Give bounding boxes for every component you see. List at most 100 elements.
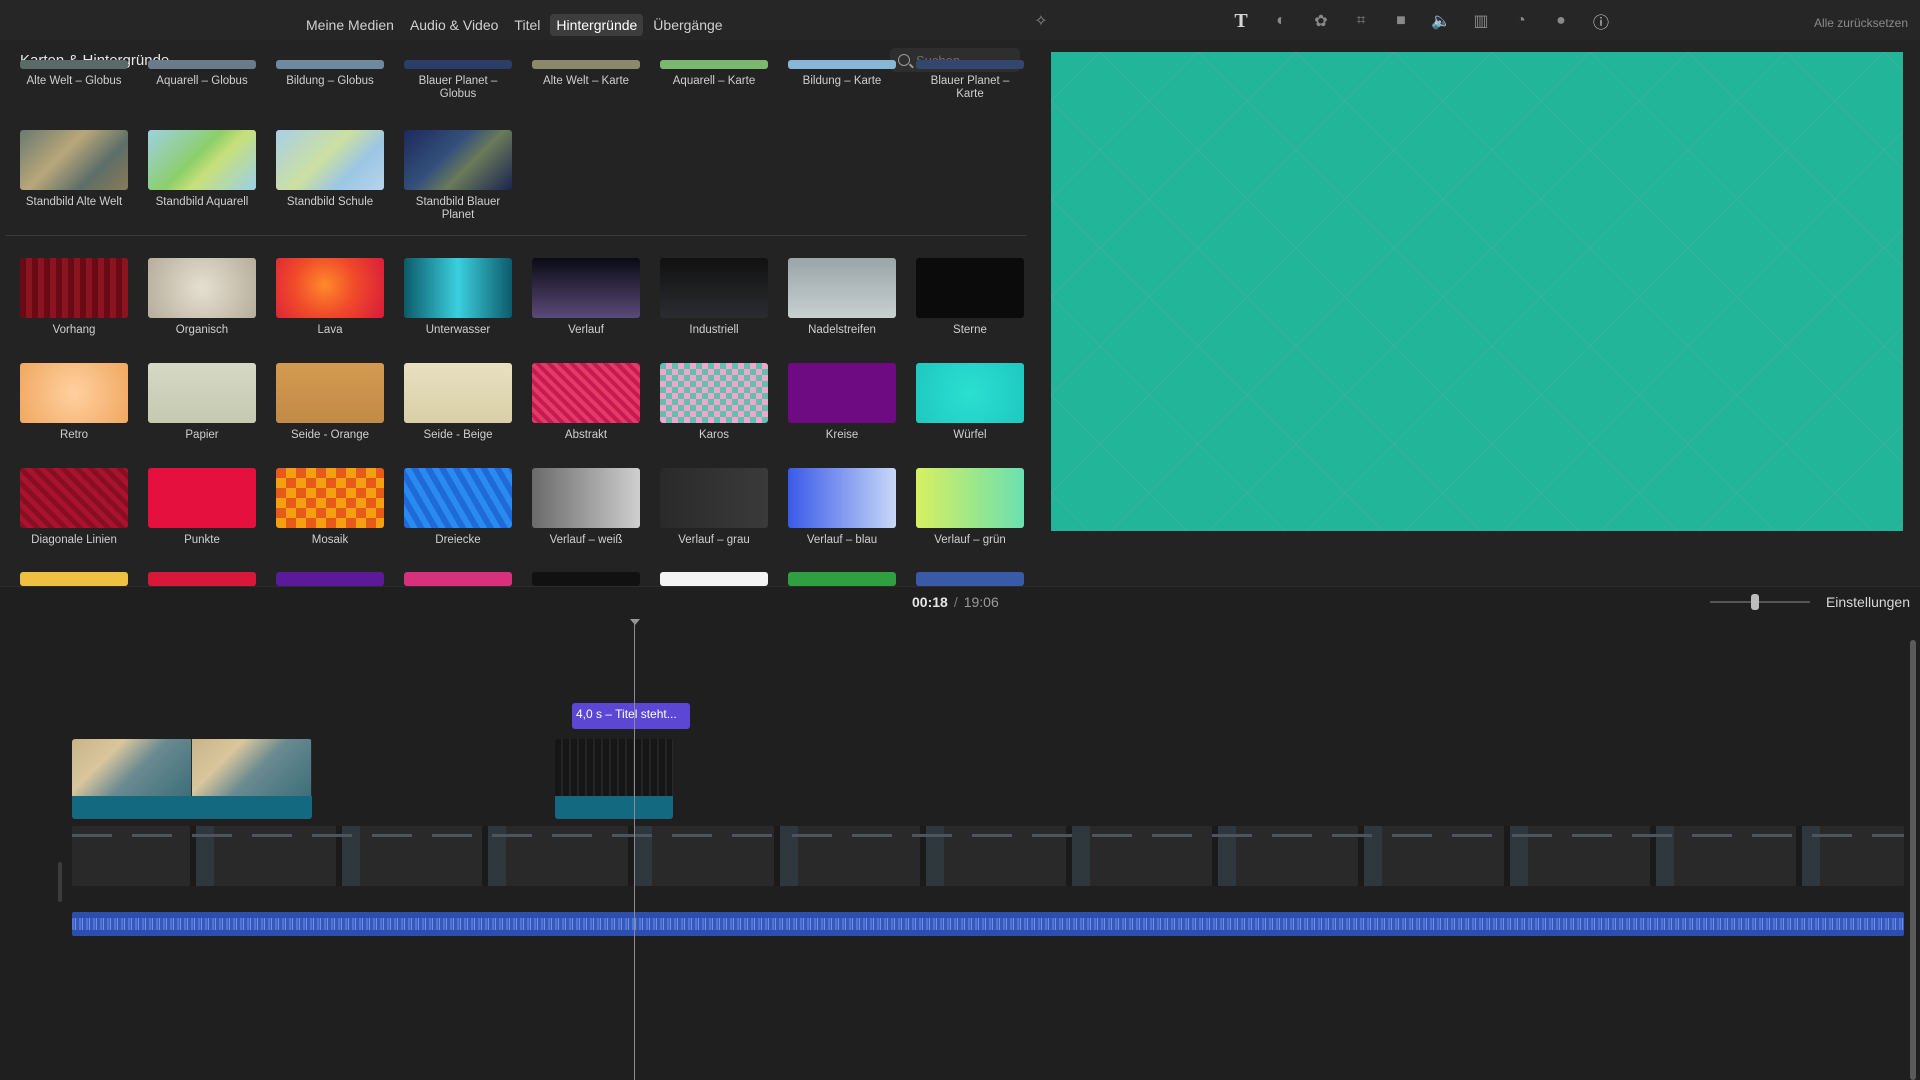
thumbnail — [276, 468, 384, 528]
crop-icon[interactable]: ⌗ — [1350, 10, 1372, 32]
tile-label: Standbild Blauer Planet — [415, 196, 501, 221]
speed-icon[interactable]: ◔ — [1510, 10, 1532, 32]
thumbnail — [148, 60, 256, 69]
thumbnail — [916, 572, 1024, 586]
tab-titel[interactable]: Titel — [508, 14, 546, 36]
tile-nadelstreifen[interactable]: Nadelstreifen — [788, 258, 896, 337]
tile-label: Seide - Beige — [423, 429, 493, 441]
tile-label: Alte Welt – Karte — [542, 75, 630, 87]
tile-partial[interactable] — [532, 572, 640, 586]
magic-wand-icon[interactable]: ✧ — [1030, 10, 1052, 32]
tile-dreiecke[interactable]: Dreiecke — [404, 468, 512, 547]
tile-abstrakt[interactable]: Abstrakt — [532, 363, 640, 442]
color-correction-icon[interactable]: ✿ — [1310, 10, 1332, 32]
media-tabs: Meine Medien Audio & Video Titel Hinterg… — [300, 14, 729, 36]
thumbnail — [276, 363, 384, 423]
video-clip-dark[interactable] — [555, 739, 673, 819]
tile-aquarell-karte[interactable]: Aquarell – Karte — [660, 60, 768, 126]
tab-hintergruende[interactable]: Hintergründe — [550, 14, 644, 36]
tile-verlauf-wei[interactable]: Verlauf – weiß — [532, 468, 640, 547]
tab-uebergaenge[interactable]: Übergänge — [647, 14, 728, 36]
tile-partial[interactable] — [148, 572, 256, 586]
equalizer-icon[interactable]: ▥ — [1470, 10, 1492, 32]
settings-button[interactable]: Einstellungen — [1826, 594, 1910, 610]
tile-label: Papier — [185, 429, 219, 441]
audio-track[interactable] — [72, 912, 1904, 936]
title-clip[interactable]: 4,0 s – Titel steht... — [572, 703, 690, 729]
tile-label: Verlauf – grün — [934, 534, 1006, 546]
info-icon[interactable]: ⓘ — [1590, 10, 1612, 32]
tile-organisch[interactable]: Organisch — [148, 258, 256, 337]
track-handle[interactable] — [58, 862, 62, 902]
tile-seide-orange[interactable]: Seide - Orange — [276, 363, 384, 442]
playhead[interactable] — [634, 619, 635, 1080]
title-icon[interactable]: T — [1230, 10, 1252, 32]
tile-verlauf[interactable]: Verlauf — [532, 258, 640, 337]
tile-alte-welt-globus[interactable]: Alte Welt – Globus — [20, 60, 128, 126]
tile-standbild-aquarell[interactable]: Standbild Aquarell — [148, 130, 256, 222]
tile-karos[interactable]: Karos — [660, 363, 768, 442]
tile-alte-welt-karte[interactable]: Alte Welt – Karte — [532, 60, 640, 126]
tile-punkte[interactable]: Punkte — [148, 468, 256, 547]
tile-standbild-alte-welt[interactable]: Standbild Alte Welt — [20, 130, 128, 222]
total-duration: 19:06 — [963, 594, 999, 610]
tile-label: Standbild Aquarell — [155, 196, 249, 208]
tile-label: Verlauf — [568, 324, 604, 336]
tile-diagonale-linien[interactable]: Diagonale Linien — [20, 468, 128, 547]
tile-mosaik[interactable]: Mosaik — [276, 468, 384, 547]
tile-partial[interactable] — [404, 572, 512, 586]
tile-standbild-schule[interactable]: Standbild Schule — [276, 130, 384, 222]
tile-label: Vorhang — [52, 324, 96, 336]
tile-industriell[interactable]: Industriell — [660, 258, 768, 337]
tile-label: Aquarell – Globus — [156, 75, 248, 87]
tile-verlauf-blau[interactable]: Verlauf – blau — [788, 468, 896, 547]
tile-standbild-blauer-planet[interactable]: Standbild Blauer Planet — [404, 130, 512, 222]
volume-icon[interactable]: 🔈 — [1430, 10, 1452, 32]
tile-blauer-planet-karte[interactable]: Blauer Planet – Karte — [916, 60, 1024, 126]
thumbnail — [660, 258, 768, 318]
thumbnail — [532, 468, 640, 528]
timeline-header: 00:18 / 19:06 Einstellungen — [0, 586, 1920, 616]
tile-partial[interactable] — [20, 572, 128, 586]
reset-all-button[interactable]: Alle zurücksetzen — [1814, 16, 1908, 30]
tile-verlauf-grun[interactable]: Verlauf – grün — [916, 468, 1024, 547]
tile-verlauf-grau[interactable]: Verlauf – grau — [660, 468, 768, 547]
timecode: 00:18 / 19:06 — [912, 594, 999, 610]
clip-audio-bar — [72, 796, 312, 819]
tile-blauer-planet-globus[interactable]: Blauer Planet – Globus — [404, 60, 512, 126]
tile-lava[interactable]: Lava — [276, 258, 384, 337]
playhead-marker[interactable] — [630, 619, 640, 625]
tile-label: Sterne — [953, 324, 987, 336]
tile-retro[interactable]: Retro — [20, 363, 128, 442]
tile-partial[interactable] — [660, 572, 768, 586]
thumbnail — [788, 363, 896, 423]
tab-audio-video[interactable]: Audio & Video — [404, 14, 504, 36]
thumbnail — [788, 468, 896, 528]
zoom-slider[interactable] — [1710, 594, 1810, 610]
stabilization-icon[interactable]: ■ — [1390, 10, 1412, 32]
tile-bildung-karte[interactable]: Bildung – Karte — [788, 60, 896, 126]
tile-vorhang[interactable]: Vorhang — [20, 258, 128, 337]
tile-partial[interactable] — [788, 572, 896, 586]
video-clip-map[interactable] — [72, 739, 312, 819]
tile-kreise[interactable]: Kreise — [788, 363, 896, 442]
tab-meine-medien[interactable]: Meine Medien — [300, 14, 400, 36]
timeline-scrollbar[interactable] — [1910, 640, 1916, 1080]
zoom-slider-knob[interactable] — [1751, 594, 1759, 610]
tile-partial[interactable] — [276, 572, 384, 586]
tile-unterwasser[interactable]: Unterwasser — [404, 258, 512, 337]
tile-aquarell-globus[interactable]: Aquarell – Globus — [148, 60, 256, 126]
thumbnail — [532, 572, 640, 586]
tile-partial[interactable] — [916, 572, 1024, 586]
tile-sterne[interactable]: Sterne — [916, 258, 1024, 337]
tile-seide-beige[interactable]: Seide - Beige — [404, 363, 512, 442]
argyle-preview — [1051, 52, 1903, 531]
color-balance-icon[interactable]: ◐ — [1270, 10, 1292, 32]
tile-bildung-globus[interactable]: Bildung – Globus — [276, 60, 384, 126]
tile-wurfel[interactable]: Würfel — [916, 363, 1024, 442]
tile-papier[interactable]: Papier — [148, 363, 256, 442]
viewer[interactable] — [1051, 52, 1903, 531]
tile-label: Diagonale Linien — [31, 534, 117, 546]
filter-icon[interactable]: ● — [1550, 10, 1572, 32]
adjustments-toolbar: ✧ T ◐ ✿ ⌗ ■ 🔈 ▥ ◔ ● ⓘ — [1030, 10, 1612, 33]
